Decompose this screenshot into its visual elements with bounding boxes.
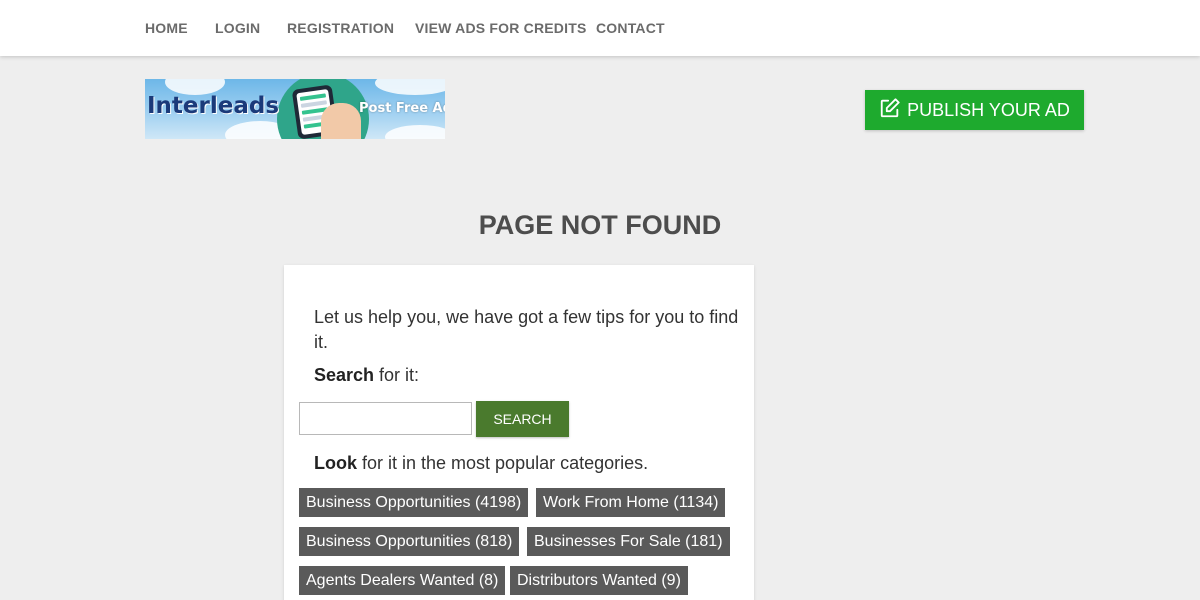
logo-brand-label: Interleads bbox=[147, 93, 280, 119]
category-work-from-home-link[interactable]: Work From Home (1134) bbox=[536, 488, 726, 517]
publish-ad-label: PUBLISH YOUR AD bbox=[907, 99, 1070, 120]
category-agents-dealers-wanted-link[interactable]: Agents Dealers Wanted (8) bbox=[299, 566, 506, 595]
logo-cloud-decoration bbox=[385, 125, 445, 139]
page-title: PAGE NOT FOUND bbox=[478, 210, 722, 240]
logo-brand-text: Interleads bbox=[147, 93, 279, 119]
search-hint-bold: Search bbox=[314, 365, 375, 385]
help-tips-text: Let us help you, we have got a few tips … bbox=[314, 307, 739, 352]
logo-cloud-decoration bbox=[375, 79, 445, 95]
category-distributors-wanted-link[interactable]: Distributors Wanted (9) bbox=[510, 566, 688, 595]
search-button[interactable]: SEARCH bbox=[476, 401, 569, 437]
logo-tagline: Post Free Ads bbox=[359, 101, 445, 116]
search-hint: Search for it: bbox=[314, 365, 419, 386]
edit-icon bbox=[879, 97, 901, 124]
categories-hint-rest: for it in the most popular categories. bbox=[357, 453, 649, 473]
category-business-opportunities-link[interactable]: Business Opportunities (4198) bbox=[299, 488, 529, 517]
search-hint-rest: for it: bbox=[374, 365, 420, 385]
site-logo[interactable]: Interleads Post Free Ads bbox=[145, 79, 445, 139]
nav-home-link[interactable]: HOME bbox=[145, 0, 188, 56]
categories-hint-bold: Look bbox=[314, 453, 357, 473]
categories-hint: Look for it in the most popular categori… bbox=[314, 453, 648, 474]
category-business-opportunities-2-link[interactable]: Business Opportunities (818) bbox=[299, 527, 520, 556]
nav-view-ads-link[interactable]: VIEW ADS FOR CREDITS bbox=[415, 0, 587, 56]
hand-icon bbox=[321, 103, 361, 139]
category-businesses-for-sale-link[interactable]: Businesses For Sale (181) bbox=[527, 527, 730, 556]
search-input[interactable] bbox=[299, 402, 472, 435]
nav-login-link[interactable]: LOGIN bbox=[215, 0, 260, 56]
publish-ad-button[interactable]: PUBLISH YOUR AD bbox=[865, 90, 1084, 130]
nav-registration-link[interactable]: REGISTRATION bbox=[287, 0, 394, 56]
not-found-card: Let us help you, we have got a few tips … bbox=[284, 265, 754, 600]
nav-contact-link[interactable]: CONTACT bbox=[596, 0, 665, 56]
top-navigation: HOME LOGIN REGISTRATION VIEW ADS FOR CRE… bbox=[0, 0, 1200, 56]
